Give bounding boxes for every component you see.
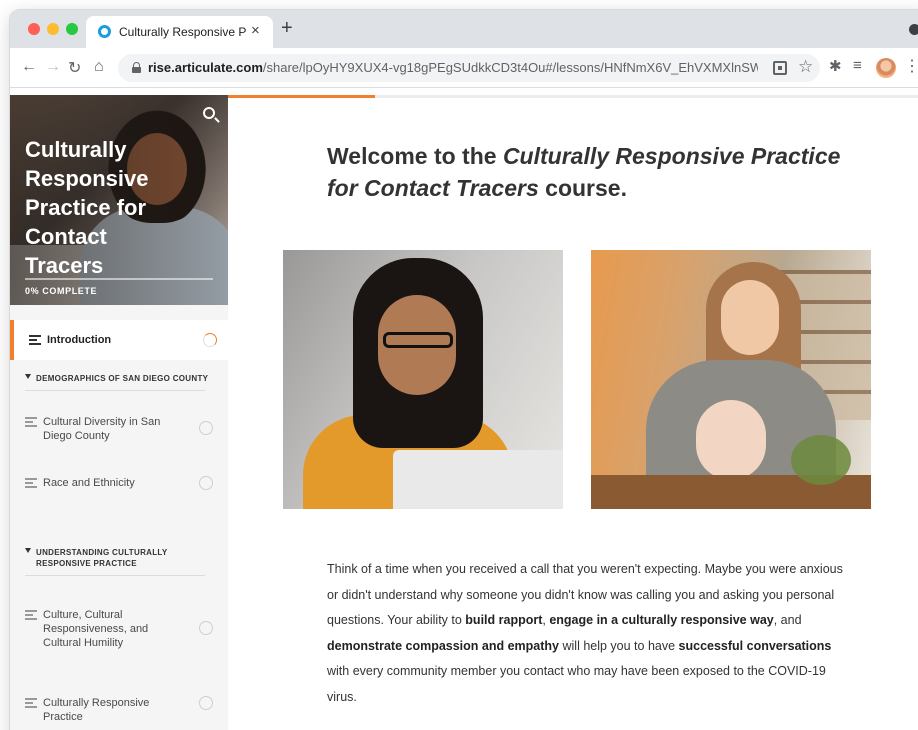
completion-label: 0% COMPLETE	[25, 286, 98, 296]
section-caret-icon	[25, 374, 31, 379]
profile-avatar[interactable]	[876, 58, 896, 78]
section-demographics[interactable]: DEMOGRAPHICS OF SAN DIEGO COUNTY	[25, 373, 210, 384]
lesson-status-icon	[199, 476, 213, 490]
completion-bar	[25, 278, 213, 280]
intro-paragraph: Think of a time when you received a call…	[327, 562, 843, 704]
course-sidebar: Culturally Responsive Practice for Conta…	[10, 95, 228, 730]
section-label: UNDERSTANDING CULTURALLY RESPONSIVE PRAC…	[36, 548, 168, 568]
back-button[interactable]: ←	[21, 58, 37, 76]
lesson-status-icon	[199, 421, 213, 435]
mother-on-phone-photo	[591, 250, 871, 509]
bookmark-star-icon[interactable]: ☆	[798, 57, 813, 77]
tab-close-button[interactable]: ×	[251, 22, 260, 39]
forward-button[interactable]: →	[45, 58, 61, 76]
course-page: Culturally Responsive Practice for Conta…	[10, 88, 918, 730]
lesson-label: Culture, Cultural Responsiveness, and Cu…	[43, 609, 149, 649]
lesson-lines-icon	[25, 698, 37, 708]
browser-window: Culturally Responsive Practice × + ← → ↻…	[10, 10, 918, 730]
media-control-icon[interactable]: ≡	[853, 57, 862, 74]
section-caret-icon	[25, 548, 31, 553]
lesson-lines-icon	[25, 417, 37, 427]
maximize-window-button[interactable]	[66, 23, 78, 35]
lesson-status-icon	[199, 621, 213, 635]
lesson-item-cultural-diversity[interactable]: Cultural Diversity in San Diego County	[10, 413, 228, 453]
lock-icon[interactable]	[132, 62, 141, 73]
lesson-item-culturally-responsive-practice[interactable]: Culturally Responsive Practice	[10, 694, 228, 724]
lesson-lines-icon	[25, 478, 37, 488]
search-icon[interactable]	[203, 107, 215, 119]
lesson-status-icon	[199, 696, 213, 710]
favicon-icon	[98, 25, 111, 38]
lesson-label: Race and Ethnicity	[43, 477, 135, 489]
url-text[interactable]: rise.articulate.com/share/lpOyHY9XUX4-vg…	[148, 60, 758, 75]
lesson-item-introduction[interactable]: Introduction	[10, 320, 228, 360]
close-window-button[interactable]	[28, 23, 40, 35]
url-host: rise.articulate.com	[148, 60, 263, 75]
course-cover-image: Culturally Responsive Practice for Conta…	[10, 95, 228, 305]
extensions-puzzle-icon[interactable]: ✱	[829, 57, 842, 75]
lesson-label: Introduction	[47, 334, 112, 346]
home-button[interactable]: ⌂	[94, 58, 104, 76]
tab-strip: Culturally Responsive Practice × +	[10, 10, 918, 48]
browser-tab[interactable]: Culturally Responsive Practice ×	[86, 16, 273, 48]
lesson-heading: Welcome to the Culturally Responsive Pra…	[327, 143, 841, 201]
lesson-lines-icon	[29, 335, 41, 345]
reload-button[interactable]: ↻	[68, 58, 81, 78]
lesson-item-race-ethnicity[interactable]: Race and Ethnicity	[10, 474, 228, 504]
section-understanding[interactable]: UNDERSTANDING CULTURALLY RESPONSIVE PRAC…	[25, 547, 210, 569]
new-tab-button[interactable]: +	[281, 17, 293, 40]
lesson-label: Cultural Diversity in San Diego County	[43, 416, 161, 442]
section-label: DEMOGRAPHICS OF SAN DIEGO COUNTY	[36, 374, 209, 383]
course-title: Culturally Responsive Practice for Conta…	[25, 137, 149, 278]
lesson-lines-icon	[25, 610, 37, 620]
browser-toolbar: ← → ↻ ⌂ rise.articulate.com/share/lpOyHY…	[10, 48, 918, 88]
tab-title: Culturally Responsive Practice	[119, 25, 247, 39]
minimize-window-button[interactable]	[47, 23, 59, 35]
lesson-label: Culturally Responsive Practice	[43, 697, 150, 723]
contact-tracer-headset-photo	[283, 250, 563, 509]
lesson-progress-fill	[228, 95, 375, 98]
url-path: /share/lpOyHY9XUX4-vg18gPEgSUdkkCD3t4Ou#…	[262, 60, 758, 75]
lesson-item-culture-humility[interactable]: Culture, Cultural Responsiveness, and Cu…	[10, 606, 228, 656]
window-status-icon	[909, 24, 918, 35]
more-menu-icon[interactable]: ⋮	[904, 56, 918, 76]
qr-code-icon[interactable]	[773, 61, 787, 75]
lesson-progress-icon	[203, 333, 217, 347]
address-bar[interactable]: rise.articulate.com/share/lpOyHY9XUX4-vg…	[118, 54, 820, 82]
